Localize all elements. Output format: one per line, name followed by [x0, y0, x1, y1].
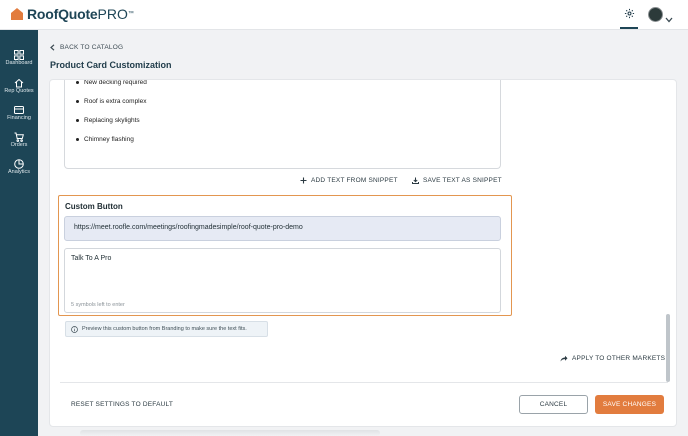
download-icon	[412, 177, 419, 184]
scrollbar-thumb[interactable]	[666, 314, 670, 382]
symbols-left-hint: 5 symbols left to enter	[71, 302, 125, 308]
custom-button-label-value: Talk To A Pro	[71, 255, 112, 262]
settings-button[interactable]	[620, 5, 638, 25]
save-changes-button[interactable]: SAVE CHANGES	[595, 395, 664, 414]
logo-trademark: ™	[127, 11, 134, 17]
dashboard-icon	[14, 47, 24, 60]
add-snippet-label: ADD TEXT FROM SNIPPET	[311, 177, 398, 184]
back-to-catalog-link[interactable]: BACK TO CATALOG	[50, 44, 123, 51]
sidebar-item-orders[interactable]: Orders	[0, 129, 38, 148]
sidebar-item-label: Rep Quotes	[4, 88, 34, 94]
sidebar-item-dashboard[interactable]: Dashboard	[0, 47, 38, 66]
analytics-icon	[14, 156, 24, 169]
custom-button-title: Custom Button	[65, 202, 123, 211]
cart-icon	[14, 129, 24, 142]
sidebar-item-label: Analytics	[7, 169, 30, 175]
list-item: New decking required	[75, 80, 147, 92]
chevron-down-icon[interactable]	[665, 10, 673, 28]
logo-text: RoofQuote	[27, 6, 98, 22]
gear-icon	[624, 6, 635, 24]
sidebar-item-label: Financing	[7, 115, 31, 121]
list-item: Replacing skylights	[75, 111, 147, 130]
preview-info-note: Preview this custom button from Branding…	[65, 321, 268, 337]
apply-label: APPLY TO OTHER MARKETS	[572, 355, 666, 362]
custom-button-url-field[interactable]: https://meet.roofle.com/meetings/roofing…	[64, 216, 501, 241]
list-item: Chimney flashing	[75, 130, 147, 149]
share-arrow-icon	[560, 355, 568, 362]
sidebar: Dashboard Rep Quotes Financing Orders An…	[0, 30, 38, 436]
avatar[interactable]	[648, 7, 663, 22]
customization-card: New decking required Roof is extra compl…	[49, 79, 677, 427]
description-bullet-list: New decking required Roof is extra compl…	[75, 80, 147, 149]
back-link-label: BACK TO CATALOG	[60, 44, 124, 51]
footer-divider	[60, 382, 668, 383]
description-editor[interactable]: New decking required Roof is extra compl…	[64, 80, 501, 169]
active-tab-indicator	[620, 27, 638, 29]
house-logo-icon	[10, 7, 24, 21]
page-title: Product Card Customization	[50, 60, 172, 70]
sidebar-item-rep-quotes[interactable]: Rep Quotes	[0, 75, 38, 94]
logo-pro-text: PRO	[97, 6, 128, 22]
sidebar-item-label: Dashboard	[5, 60, 33, 66]
bottom-shadow	[80, 430, 380, 436]
list-item: Roof is extra complex	[75, 92, 147, 111]
chevron-left-icon	[50, 44, 55, 51]
custom-button-label-field[interactable]: Talk To A Pro 5 symbols left to enter	[64, 248, 501, 313]
reset-settings-button[interactable]: RESET SETTINGS TO DEFAULT	[71, 401, 173, 408]
sidebar-item-financing[interactable]: Financing	[0, 102, 38, 121]
financing-icon	[14, 102, 24, 114]
app-logo[interactable]: RoofQuote PRO ™	[10, 6, 134, 22]
add-text-from-snippet-button[interactable]: ADD TEXT FROM SNIPPET	[300, 177, 398, 184]
preview-info-text: Preview this custom button from Branding…	[82, 326, 247, 332]
rep-quotes-icon	[14, 75, 24, 88]
save-snippet-label: SAVE TEXT AS SNIPPET	[423, 177, 502, 184]
sidebar-item-analytics[interactable]: Analytics	[0, 156, 38, 175]
top-bar: RoofQuote PRO ™	[0, 0, 688, 30]
save-text-as-snippet-button[interactable]: SAVE TEXT AS SNIPPET	[412, 177, 502, 184]
plus-icon	[300, 177, 307, 184]
sidebar-item-label: Orders	[10, 142, 28, 148]
apply-to-other-markets-button[interactable]: APPLY TO OTHER MARKETS	[560, 355, 665, 362]
info-icon	[71, 325, 78, 333]
cancel-button[interactable]: CANCEL	[519, 395, 588, 414]
